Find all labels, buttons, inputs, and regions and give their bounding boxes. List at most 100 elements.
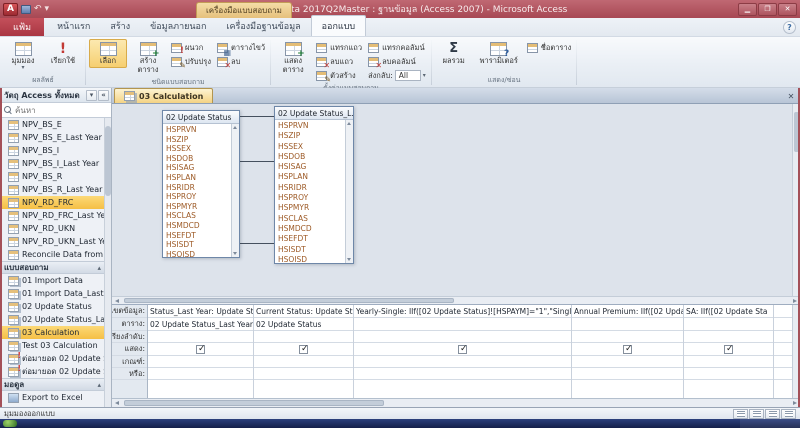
pivottable-view-button[interactable] bbox=[749, 409, 764, 419]
undo-icon[interactable]: ↶ bbox=[34, 3, 42, 16]
select-query-button[interactable]: เลือก bbox=[89, 39, 127, 68]
field-row[interactable]: HSISAG bbox=[166, 163, 231, 173]
maximize-button[interactable]: ❐ bbox=[758, 3, 777, 16]
datasheet-view-button[interactable] bbox=[733, 409, 748, 419]
field-row[interactable]: HSEFDT bbox=[278, 234, 345, 244]
field-row[interactable]: HSOISD bbox=[278, 255, 345, 263]
field-row[interactable]: HSPLAN bbox=[166, 173, 231, 183]
totals-button[interactable]: ผลรวม bbox=[435, 39, 473, 68]
scroll-left-icon[interactable] bbox=[115, 401, 119, 405]
grid-criteria-cell[interactable] bbox=[354, 356, 571, 368]
grid-criteria-cell[interactable] bbox=[572, 356, 683, 368]
parameters-button[interactable]: พารามิเตอร์ bbox=[475, 39, 523, 68]
update-button[interactable]: ปรับปรุง bbox=[169, 55, 213, 68]
nav-table-item[interactable]: NPV_RD_UKN_Last Year bbox=[0, 235, 104, 248]
grid-or-cell[interactable] bbox=[572, 368, 683, 380]
table-names-button[interactable]: ชื่อตาราง bbox=[525, 41, 574, 54]
nav-table-item[interactable]: NPV_BS_E bbox=[0, 118, 104, 131]
append-button[interactable]: ผนวก bbox=[169, 41, 213, 54]
search-input[interactable] bbox=[15, 106, 107, 115]
field-row[interactable]: HSISDT bbox=[166, 240, 231, 250]
ribbon-tab[interactable]: ออกแบบ bbox=[311, 15, 367, 36]
nav-query-item[interactable]: 01 Import Data bbox=[0, 274, 104, 287]
scrollbar-thumb[interactable] bbox=[124, 298, 454, 303]
field-row[interactable]: HSPRVN bbox=[278, 121, 345, 131]
close-button[interactable]: ✕ bbox=[778, 3, 797, 16]
field-row[interactable]: HSPRVN bbox=[166, 125, 231, 135]
field-list-title[interactable]: 02 Update Status bbox=[163, 111, 239, 124]
grid-or-cell[interactable] bbox=[354, 368, 571, 380]
grid-table-cell[interactable]: 02 Update Status_Last Year bbox=[148, 318, 253, 331]
grid-table-cell[interactable] bbox=[354, 318, 571, 331]
return-combo[interactable]: ส่งกลับ: All ▾ bbox=[366, 69, 428, 82]
insert-columns-button[interactable]: แทรกคอลัมน์ bbox=[366, 41, 428, 54]
scroll-right-icon[interactable] bbox=[793, 299, 797, 303]
grid-field-cell[interactable]: Status_Last Year: Update Status bbox=[148, 305, 253, 318]
grid-or-cell[interactable] bbox=[684, 368, 773, 380]
field-row[interactable]: HSZIP bbox=[278, 131, 345, 141]
field-row[interactable]: HSRIDR bbox=[278, 183, 345, 193]
scroll-left-icon[interactable] bbox=[115, 299, 119, 303]
grid-sort-cell[interactable] bbox=[148, 331, 253, 343]
help-icon[interactable]: ? bbox=[783, 21, 796, 34]
nav-table-item[interactable]: NPV_BS_I bbox=[0, 144, 104, 157]
ribbon-tab[interactable]: แฟ้ม bbox=[0, 18, 44, 36]
field-list-scrollbar[interactable] bbox=[231, 124, 239, 257]
nav-query-item[interactable]: 03 Calculation bbox=[0, 326, 104, 339]
document-close-icon[interactable]: ✕ bbox=[785, 90, 797, 102]
save-icon[interactable] bbox=[21, 5, 31, 14]
insert-rows-button[interactable]: แทรกแถว bbox=[314, 41, 364, 54]
nav-table-item[interactable]: NPV_BS_I_Last Year bbox=[0, 157, 104, 170]
show-checkbox[interactable] bbox=[724, 345, 733, 354]
nav-section-modules[interactable]: มอดูล ▴ bbox=[0, 378, 104, 391]
field-row[interactable]: HSPMYR bbox=[166, 202, 231, 212]
show-table-button[interactable]: แสดงตาราง bbox=[274, 39, 312, 76]
join-line[interactable] bbox=[240, 161, 274, 162]
ribbon-tab[interactable]: เครื่องมือฐานข้อมูล bbox=[216, 16, 310, 36]
field-row[interactable]: HSDOB bbox=[278, 152, 345, 162]
nav-scrollbar[interactable] bbox=[104, 118, 111, 407]
grid-or-cell[interactable] bbox=[254, 368, 353, 380]
document-tab[interactable]: 03 Calculation bbox=[114, 88, 213, 103]
grid-show-cell[interactable] bbox=[354, 343, 571, 356]
grid-horizontal-scrollbar[interactable] bbox=[112, 398, 800, 407]
field-row[interactable]: HSEFDT bbox=[166, 231, 231, 241]
make-table-button[interactable]: สร้างตาราง bbox=[129, 39, 167, 76]
grid-show-cell[interactable] bbox=[254, 343, 353, 356]
delete-query-button[interactable]: ลบ bbox=[215, 55, 267, 68]
grid-table-cell[interactable] bbox=[684, 318, 773, 331]
nav-query-item[interactable]: ต่อมายอด 02 Update Status bbox=[0, 365, 104, 378]
grid-criteria-cell[interactable] bbox=[254, 356, 353, 368]
field-row[interactable]: HSMDCD bbox=[166, 221, 231, 231]
grid-or-cell[interactable] bbox=[148, 368, 253, 380]
nav-table-item[interactable]: NPV_RD_UKN bbox=[0, 222, 104, 235]
field-row[interactable]: HSISDT bbox=[278, 245, 345, 255]
nav-module-item[interactable]: Export to Excel bbox=[0, 391, 104, 404]
grid-show-cell[interactable] bbox=[148, 343, 253, 356]
nav-section-queries[interactable]: แบบสอบถาม ▴ bbox=[0, 261, 104, 274]
access-app-icon[interactable]: A bbox=[3, 3, 18, 16]
grid-sort-cell[interactable] bbox=[354, 331, 571, 343]
nav-scrollbar-thumb[interactable] bbox=[105, 126, 111, 196]
grid-field-cell[interactable]: Yearly-Single: IIf([02 Update Status]![H… bbox=[354, 305, 571, 318]
sql-view-button[interactable] bbox=[765, 409, 780, 419]
grid-table-cell[interactable]: 02 Update Status bbox=[254, 318, 353, 331]
nav-query-item[interactable]: Test 03 Calculation bbox=[0, 339, 104, 352]
grid-sort-cell[interactable] bbox=[572, 331, 683, 343]
nav-table-item[interactable]: NPV_BS_R bbox=[0, 170, 104, 183]
design-view-button[interactable] bbox=[781, 409, 796, 419]
nav-table-item[interactable]: NPV_BS_R_Last Year bbox=[0, 183, 104, 196]
grid-criteria-cell[interactable] bbox=[148, 356, 253, 368]
nav-query-item[interactable]: 02 Update Status_Last Year bbox=[0, 313, 104, 326]
scroll-right-icon[interactable] bbox=[793, 401, 797, 405]
ribbon-tab[interactable]: หน้าแรก bbox=[47, 16, 100, 36]
ribbon-tab[interactable]: ข้อมูลภายนอก bbox=[140, 16, 216, 36]
grid-show-cell[interactable] bbox=[572, 343, 683, 356]
delete-rows-button[interactable]: ลบแถว bbox=[314, 55, 364, 68]
field-row[interactable]: HSZIP bbox=[166, 135, 231, 145]
join-line[interactable] bbox=[240, 116, 274, 117]
delete-columns-button[interactable]: ลบคอลัมน์ bbox=[366, 55, 428, 68]
grid-field-cell[interactable]: SA: IIf([02 Update Sta bbox=[684, 305, 773, 318]
crosstab-button[interactable]: ตารางไขว้ bbox=[215, 41, 267, 54]
field-row[interactable]: HSISAG bbox=[278, 162, 345, 172]
